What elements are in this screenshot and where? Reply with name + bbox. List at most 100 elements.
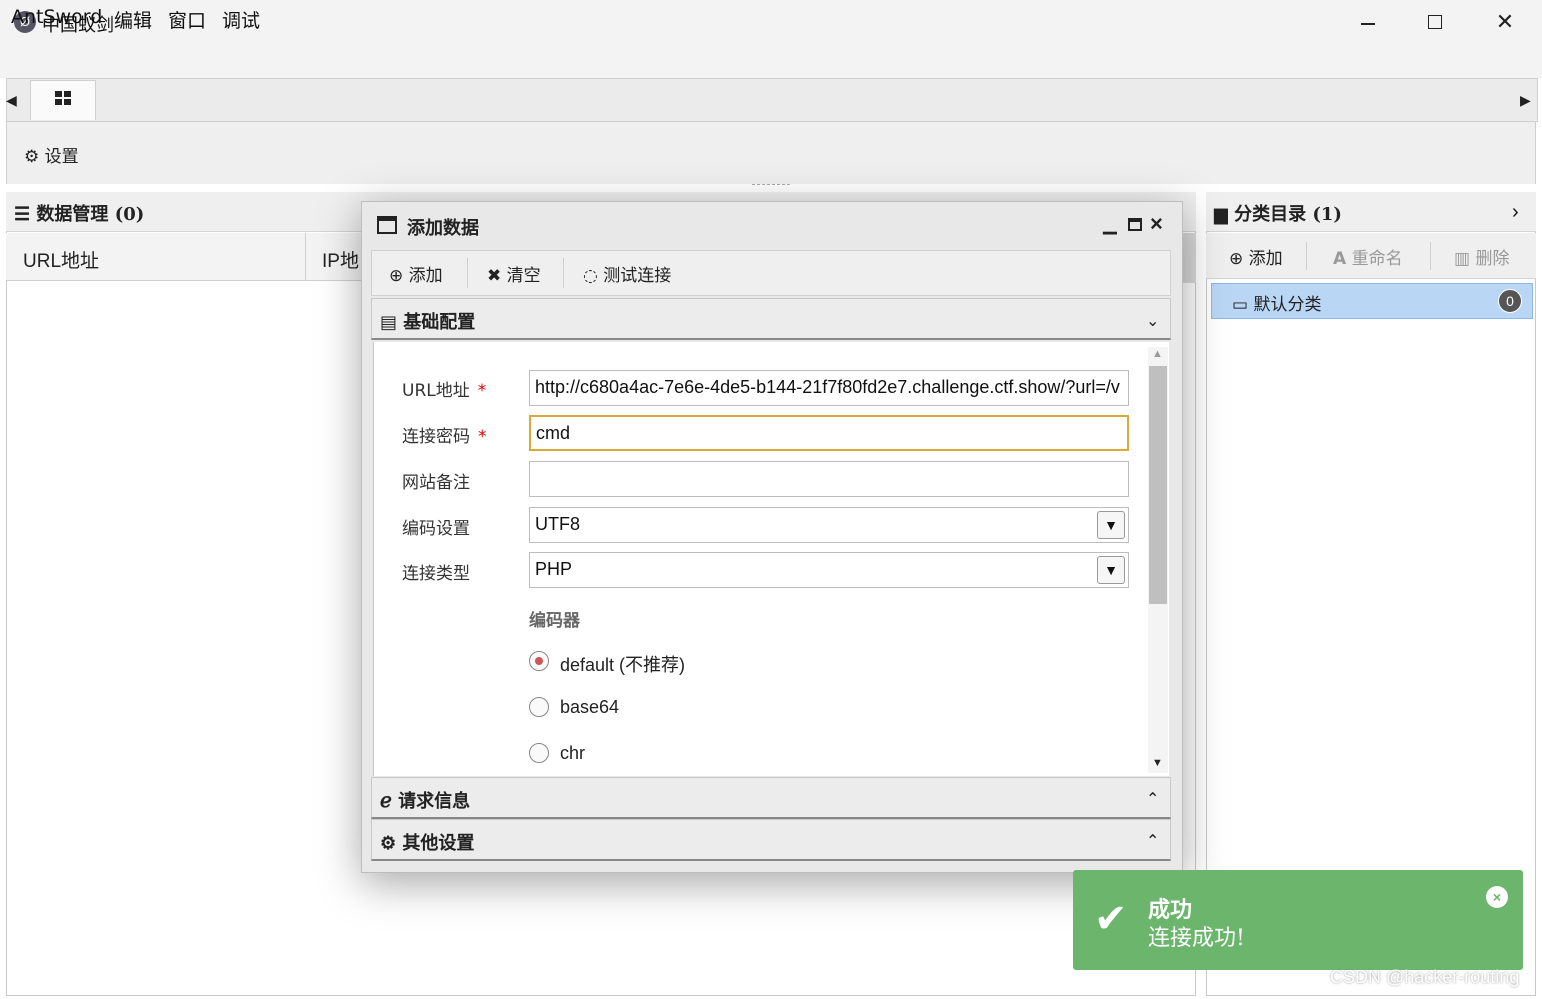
toolbar-divider xyxy=(1306,242,1307,270)
settings-label: 设置 xyxy=(44,147,79,167)
form-scrollbar-thumb[interactable] xyxy=(1149,366,1167,604)
section-basic-title: ▤ 基础配置 xyxy=(380,308,475,334)
dialog-close-icon[interactable]: × xyxy=(1150,211,1163,237)
dialog-add-label: 添加 xyxy=(408,266,443,286)
required-mark: * xyxy=(477,381,487,401)
menu-bar xyxy=(0,44,1542,78)
section-request-title: ℯ 请求信息 xyxy=(380,787,470,813)
encoder-label: 编码器 xyxy=(529,611,580,631)
test-connection-label: 测试连接 xyxy=(603,266,672,286)
spinner-icon: ◌ xyxy=(583,266,598,286)
type-label: 连接类型 xyxy=(402,564,470,584)
category-add-label: 添加 xyxy=(1248,249,1283,269)
category-count-badge: 0 xyxy=(1498,289,1522,313)
section-other-settings[interactable] xyxy=(371,819,1171,861)
dialog-add-button[interactable]: ⊕ 添加 xyxy=(389,261,443,286)
scroll-down-icon[interactable]: ▼ xyxy=(1152,757,1163,769)
minimize-button[interactable] xyxy=(1344,4,1390,40)
column-header-url[interactable]: URL地址 xyxy=(23,246,99,273)
password-label: 连接密码 * xyxy=(402,422,487,447)
tab-scroll-right-icon[interactable]: ▶ xyxy=(1520,92,1536,109)
section-other-text: 其他设置 xyxy=(402,833,475,854)
window-icon xyxy=(377,216,397,234)
note-input[interactable] xyxy=(529,461,1129,497)
gear-icon: ⚙ xyxy=(24,147,40,167)
section-request-text: 请求信息 xyxy=(398,791,471,812)
category-panel-title: ▆ 分类目录 (1) xyxy=(1214,200,1342,226)
test-connection-button[interactable]: ◌ 测试连接 xyxy=(583,261,671,286)
dialog-clear-button[interactable]: ✖ 清空 xyxy=(487,261,541,286)
chevron-up-icon[interactable]: ⌃ xyxy=(1146,831,1159,851)
menu-debug[interactable]: 调试 xyxy=(222,6,260,33)
close-window-button[interactable]: ✕ xyxy=(1482,4,1528,40)
note-label: 网站备注 xyxy=(402,473,470,493)
toolbar-divider xyxy=(467,258,468,288)
toast-message: 连接成功! xyxy=(1148,926,1245,951)
tab-home[interactable] xyxy=(30,80,96,120)
category-delete-button[interactable]: ▥ 删除 xyxy=(1454,244,1509,269)
menu-edit[interactable]: 编辑 xyxy=(114,6,152,33)
chevron-down-icon[interactable]: ⌄ xyxy=(1146,311,1159,331)
dialog-minimize-icon[interactable]: ▁ xyxy=(1103,214,1117,235)
encoder-base64-label[interactable]: base64 xyxy=(560,697,619,718)
category-delete-label: 删除 xyxy=(1475,249,1510,269)
data-panel-title-text: 数据管理 (0) xyxy=(36,204,145,225)
settings-toolbar xyxy=(6,122,1536,184)
category-item-text: 默认分类 xyxy=(1253,295,1322,315)
tab-scroll-left-icon[interactable]: ◀ xyxy=(6,92,22,109)
menu-antsword[interactable]: AntSword xyxy=(11,6,102,28)
encoder-chr-label[interactable]: chr xyxy=(560,743,585,764)
tab-strip xyxy=(6,78,1538,122)
encoder-default-label[interactable]: default (不推荐) xyxy=(560,651,685,677)
section-request-info[interactable] xyxy=(371,777,1171,819)
checkmark-icon: ✔ xyxy=(1094,897,1128,941)
encoder-chr-radio[interactable] xyxy=(529,743,549,763)
password-input[interactable]: cmd xyxy=(529,415,1129,451)
column-divider[interactable] xyxy=(305,233,306,281)
url-input[interactable]: http://c680a4ac-7e6e-4de5-b144-21f7f80fd… xyxy=(529,370,1129,406)
toast-close-icon[interactable]: × xyxy=(1486,886,1508,908)
dialog-title: 添加数据 xyxy=(407,218,479,239)
watermark: CSDN @hacker-routing xyxy=(1330,967,1520,987)
folder-icon: ▆ xyxy=(1214,204,1228,225)
encoding-label: 编码设置 xyxy=(402,519,470,539)
toolbar-divider xyxy=(563,258,564,288)
grid-scrollbar[interactable] xyxy=(1183,233,1196,283)
dialog-maximize-icon[interactable] xyxy=(1128,218,1142,231)
chevron-right-icon[interactable]: › xyxy=(1512,201,1519,224)
section-other-title: ⚙ 其他设置 xyxy=(380,829,474,855)
category-item-label: ▭ 默认分类 xyxy=(1232,290,1321,315)
section-basic-config[interactable] xyxy=(371,298,1171,340)
gears-icon: ⚙ xyxy=(380,833,397,854)
category-panel-title-text: 分类目录 (1) xyxy=(1234,204,1342,225)
splitter-handle[interactable] xyxy=(752,184,790,186)
type-select[interactable]: PHP ▼ xyxy=(529,552,1129,588)
category-rename-label: 重命名 xyxy=(1351,249,1403,269)
chevron-down-icon[interactable]: ▼ xyxy=(1097,556,1125,584)
type-value: PHP xyxy=(535,559,573,579)
maximize-button[interactable] xyxy=(1412,4,1458,40)
plus-circle-icon: ⊕ xyxy=(1229,249,1244,269)
font-icon: A xyxy=(1333,249,1347,269)
encoder-base64-radio[interactable] xyxy=(529,697,549,717)
list-icon: ☰ xyxy=(14,204,31,225)
section-basic-text: 基础配置 xyxy=(403,312,476,333)
menu-window[interactable]: 窗口 xyxy=(168,6,206,33)
column-header-ip[interactable]: IP地 xyxy=(322,246,359,273)
ie-icon: ℯ xyxy=(380,788,392,812)
settings-button[interactable]: ⚙ 设置 xyxy=(24,142,79,167)
category-add-button[interactable]: ⊕ 添加 xyxy=(1229,244,1283,269)
password-label-text: 连接密码 xyxy=(402,427,470,447)
encoding-select[interactable]: UTF8 ▼ xyxy=(529,507,1129,543)
url-label-text: URL地址 xyxy=(402,381,470,401)
scroll-up-icon[interactable]: ▲ xyxy=(1152,348,1163,360)
required-mark: * xyxy=(478,427,487,447)
chevron-up-icon[interactable]: ⌃ xyxy=(1146,789,1159,809)
category-rename-button[interactable]: A 重命名 xyxy=(1333,244,1403,269)
chevron-down-icon[interactable]: ▼ xyxy=(1097,511,1125,539)
data-panel-title: ☰ 数据管理 (0) xyxy=(14,200,144,226)
dialog-clear-label: 清空 xyxy=(506,266,541,286)
success-toast xyxy=(1073,870,1523,970)
encoder-default-radio[interactable] xyxy=(529,651,549,671)
document-icon: ▤ xyxy=(380,312,398,333)
